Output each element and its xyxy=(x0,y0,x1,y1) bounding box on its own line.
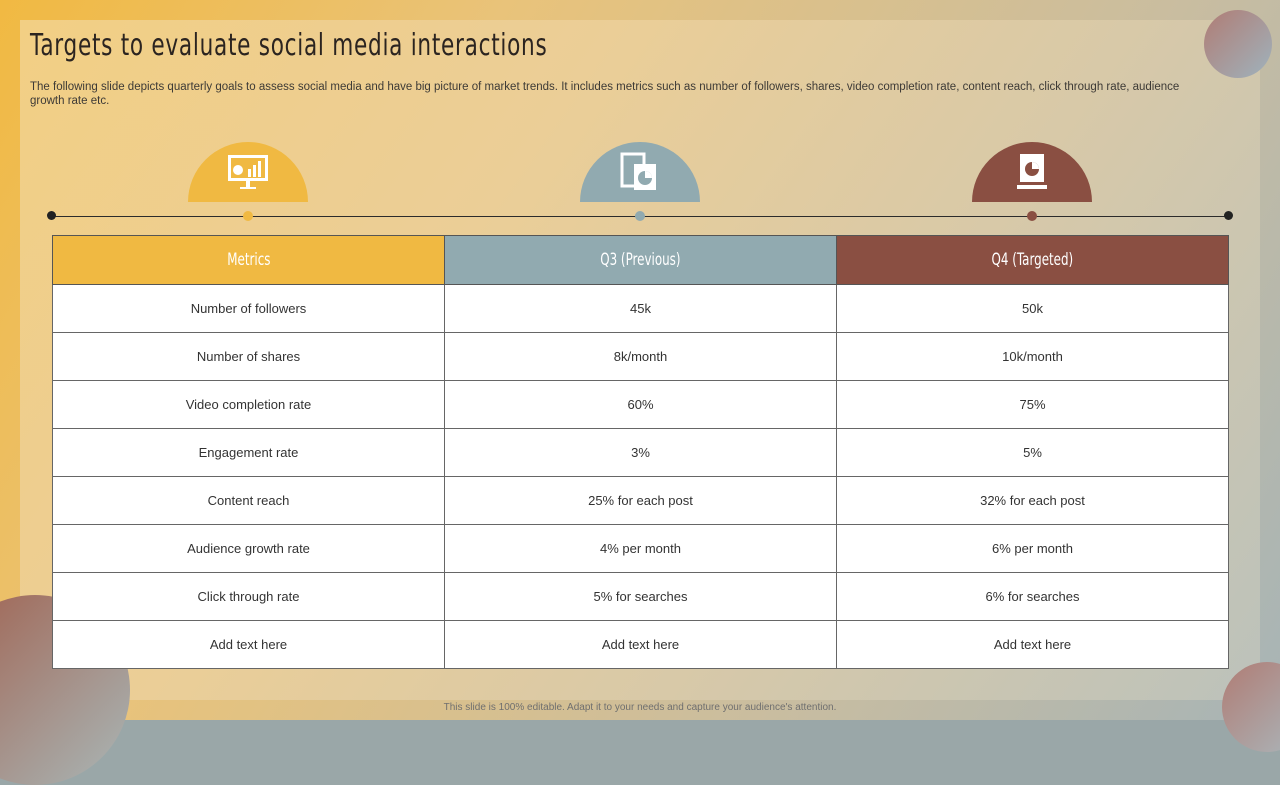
table-cell: Add text here xyxy=(444,620,837,669)
table-cell: 5% for searches xyxy=(444,572,837,621)
table-row: Number of shares 8k/month 10k/month xyxy=(52,332,1229,381)
table-cell: Number of followers xyxy=(52,284,445,333)
table-cell: Add text here xyxy=(836,620,1229,669)
table-cell: 60% xyxy=(444,380,837,429)
table-row: Engagement rate 3% 5% xyxy=(52,428,1229,477)
clipboard-calendar-icon xyxy=(620,152,656,190)
table-cell: 25% for each post xyxy=(444,476,837,525)
page-title: Targets to evaluate social media interac… xyxy=(30,28,548,63)
table-cell: 8k/month xyxy=(444,332,837,381)
footer-note: This slide is 100% editable. Adapt it to… xyxy=(443,702,837,713)
presentation-chart-icon xyxy=(228,155,268,189)
table-cell: 3% xyxy=(444,428,837,477)
table-cell: 50k xyxy=(836,284,1229,333)
table-row: Audience growth rate 4% per month 6% per m… xyxy=(52,524,1229,573)
timeline-dot-previous xyxy=(635,211,645,221)
table-cell: 6% per month xyxy=(836,524,1229,573)
decor-circle xyxy=(1204,10,1272,78)
table-row: Video completion rate 60% 75% xyxy=(52,380,1229,429)
table-cell: Engagement rate xyxy=(52,428,445,477)
table-row: Number of followers 45k 50k xyxy=(52,284,1229,333)
table-row: Click through rate 5% for searches 6% for … xyxy=(52,572,1229,621)
table-cell: Video completion rate xyxy=(52,380,445,429)
table-cell: Add text here xyxy=(52,620,445,669)
table-cell: 45k xyxy=(444,284,837,333)
table-cell: 4% per month xyxy=(444,524,837,573)
table-cell: 6% for searches xyxy=(836,572,1229,621)
table-cell: 5% xyxy=(836,428,1229,477)
header-previous: Q3 (Previous) xyxy=(444,235,837,285)
table-cell: Click through rate xyxy=(52,572,445,621)
timeline-end-dot xyxy=(47,211,56,220)
timeline-dot-metrics xyxy=(243,211,253,221)
description: The following slide depicts quarterly go… xyxy=(30,81,1180,107)
timeline-dot-targeted xyxy=(1027,211,1037,221)
table-cell: Audience growth rate xyxy=(52,524,445,573)
calendar-pie-icon xyxy=(1017,154,1047,189)
table-cell: 10k/month xyxy=(836,332,1229,381)
table-row: Content reach 25% for each post 32% for ea… xyxy=(52,476,1229,525)
header-targeted: Q4 (Targeted) xyxy=(836,235,1229,285)
table-cell: Number of shares xyxy=(52,332,445,381)
table-cell: 75% xyxy=(836,380,1229,429)
header-metrics: Metrics xyxy=(52,235,445,285)
table-cell: Content reach xyxy=(52,476,445,525)
table-row: Add text here Add text here Add text here xyxy=(52,620,1229,669)
timeline-end-dot xyxy=(1224,211,1233,220)
table-cell: 32% for each post xyxy=(836,476,1229,525)
targets-table: Metrics Q3 (Previous) Q4 (Targeted) Numb… xyxy=(52,235,1229,669)
